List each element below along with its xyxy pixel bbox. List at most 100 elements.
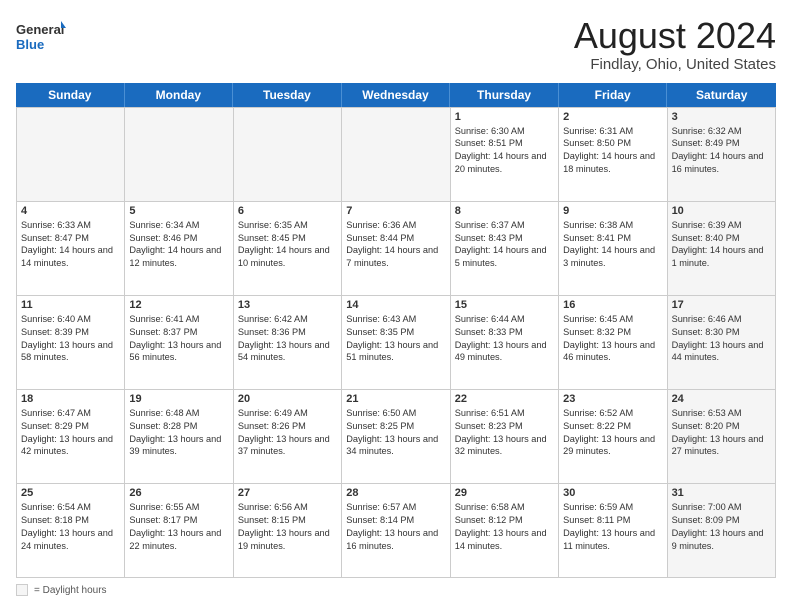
day-number: 14 bbox=[346, 299, 445, 311]
legend: = Daylight hours bbox=[16, 584, 776, 596]
day-number: 19 bbox=[129, 393, 228, 405]
header: General Blue August 2024 Findlay, Ohio, … bbox=[16, 16, 776, 73]
day-number: 8 bbox=[455, 205, 554, 217]
cal-cell-3-5: 23 Sunrise: 6:52 AM Sunset: 8:22 PM Dayli… bbox=[559, 390, 667, 484]
day-info: Sunrise: 6:31 AM Sunset: 8:50 PM Dayligh… bbox=[563, 125, 662, 177]
day-info: Sunrise: 6:37 AM Sunset: 8:43 PM Dayligh… bbox=[455, 219, 554, 271]
cal-cell-1-2: 6 Sunrise: 6:35 AM Sunset: 8:45 PM Daylig… bbox=[234, 202, 342, 296]
cal-cell-4-1: 26Sunrise: 6:55 AM Sunset: 8:17 PM Dayli… bbox=[125, 484, 233, 578]
day-number: 9 bbox=[563, 205, 662, 217]
legend-label: = Daylight hours bbox=[34, 585, 107, 596]
day-info: Sunrise: 6:41 AM Sunset: 8:37 PM Dayligh… bbox=[129, 313, 228, 365]
day-number: 10 bbox=[672, 205, 771, 217]
day-number: 23 bbox=[563, 393, 662, 405]
cal-cell-1-0: 4Sunrise: 6:33 AM Sunset: 8:47 PM Daylig… bbox=[17, 202, 125, 296]
day-number: 20 bbox=[238, 393, 337, 405]
day-number: 31 bbox=[672, 487, 771, 499]
cal-cell-4-3: 28Sunrise: 6:57 AM Sunset: 8:14 PM Dayli… bbox=[342, 484, 450, 578]
cal-cell-3-4: 22Sunrise: 6:51 AM Sunset: 8:23 PM Dayli… bbox=[451, 390, 559, 484]
day-info: Sunrise: 6:46 AM Sunset: 8:30 PM Dayligh… bbox=[672, 313, 771, 365]
cal-cell-0-1 bbox=[125, 108, 233, 202]
day-number: 6 bbox=[238, 205, 337, 217]
day-number: 7 bbox=[346, 205, 445, 217]
day-info: Sunrise: 6:52 AM Sunset: 8:22 PM Dayligh… bbox=[563, 407, 662, 459]
day-info: Sunrise: 6:49 AM Sunset: 8:26 PM Dayligh… bbox=[238, 407, 337, 459]
cal-cell-2-1: 12 Sunrise: 6:41 AM Sunset: 8:37 PM Dayli… bbox=[125, 296, 233, 390]
day-number: 2 bbox=[563, 111, 662, 123]
day-number: 15 bbox=[455, 299, 554, 311]
day-info: Sunrise: 6:56 AM Sunset: 8:15 PM Dayligh… bbox=[238, 501, 337, 553]
cal-cell-3-2: 20 Sunrise: 6:49 AM Sunset: 8:26 PM Dayli… bbox=[234, 390, 342, 484]
cal-cell-4-2: 27 Sunrise: 6:56 AM Sunset: 8:15 PM Dayli… bbox=[234, 484, 342, 578]
calendar: SundayMondayTuesdayWednesdayThursdayFrid… bbox=[16, 83, 776, 578]
calendar-header: SundayMondayTuesdayWednesdayThursdayFrid… bbox=[16, 83, 776, 107]
svg-text:General: General bbox=[16, 22, 64, 37]
header-friday: Friday bbox=[559, 83, 668, 107]
header-monday: Monday bbox=[125, 83, 234, 107]
cal-cell-0-2 bbox=[234, 108, 342, 202]
day-info: Sunrise: 6:32 AM Sunset: 8:49 PM Dayligh… bbox=[672, 125, 771, 177]
logo: General Blue bbox=[16, 16, 66, 56]
cal-cell-4-6: 31Sunrise: 7:00 AM Sunset: 8:09 PM Dayli… bbox=[668, 484, 776, 578]
day-number: 28 bbox=[346, 487, 445, 499]
header-tuesday: Tuesday bbox=[233, 83, 342, 107]
day-number: 21 bbox=[346, 393, 445, 405]
day-number: 17 bbox=[672, 299, 771, 311]
day-info: Sunrise: 6:40 AM Sunset: 8:39 PM Dayligh… bbox=[21, 313, 120, 365]
location: Findlay, Ohio, United States bbox=[574, 56, 776, 73]
cal-cell-3-0: 18 Sunrise: 6:47 AM Sunset: 8:29 PM Dayli… bbox=[17, 390, 125, 484]
cal-cell-0-4: 1 Sunrise: 6:30 AM Sunset: 8:51 PM Daylig… bbox=[451, 108, 559, 202]
cal-cell-0-0 bbox=[17, 108, 125, 202]
day-number: 18 bbox=[21, 393, 120, 405]
cal-cell-2-4: 15 Sunrise: 6:44 AM Sunset: 8:33 PM Dayli… bbox=[451, 296, 559, 390]
day-info: Sunrise: 6:35 AM Sunset: 8:45 PM Dayligh… bbox=[238, 219, 337, 271]
header-sunday: Sunday bbox=[16, 83, 125, 107]
cal-cell-2-3: 14 Sunrise: 6:43 AM Sunset: 8:35 PM Dayli… bbox=[342, 296, 450, 390]
day-info: Sunrise: 6:53 AM Sunset: 8:20 PM Dayligh… bbox=[672, 407, 771, 459]
day-info: Sunrise: 6:39 AM Sunset: 8:40 PM Dayligh… bbox=[672, 219, 771, 271]
day-number: 5 bbox=[129, 205, 228, 217]
cal-cell-2-6: 17 Sunrise: 6:46 AM Sunset: 8:30 PM Dayli… bbox=[668, 296, 776, 390]
day-info: Sunrise: 6:54 AM Sunset: 8:18 PM Dayligh… bbox=[21, 501, 120, 553]
day-number: 27 bbox=[238, 487, 337, 499]
day-info: Sunrise: 6:58 AM Sunset: 8:12 PM Dayligh… bbox=[455, 501, 554, 553]
cal-cell-1-4: 8 Sunrise: 6:37 AM Sunset: 8:43 PM Daylig… bbox=[451, 202, 559, 296]
calendar-body: 1 Sunrise: 6:30 AM Sunset: 8:51 PM Daylig… bbox=[16, 107, 776, 578]
day-info: Sunrise: 6:42 AM Sunset: 8:36 PM Dayligh… bbox=[238, 313, 337, 365]
day-number: 11 bbox=[21, 299, 120, 311]
svg-text:Blue: Blue bbox=[16, 37, 44, 52]
header-thursday: Thursday bbox=[450, 83, 559, 107]
cal-cell-2-5: 16Sunrise: 6:45 AM Sunset: 8:32 PM Dayli… bbox=[559, 296, 667, 390]
cal-cell-1-6: 10 Sunrise: 6:39 AM Sunset: 8:40 PM Dayli… bbox=[668, 202, 776, 296]
day-number: 4 bbox=[21, 205, 120, 217]
cal-cell-3-3: 21Sunrise: 6:50 AM Sunset: 8:25 PM Dayli… bbox=[342, 390, 450, 484]
day-number: 29 bbox=[455, 487, 554, 499]
cal-cell-1-5: 9Sunrise: 6:38 AM Sunset: 8:41 PM Daylig… bbox=[559, 202, 667, 296]
header-wednesday: Wednesday bbox=[342, 83, 451, 107]
cal-cell-2-2: 13 Sunrise: 6:42 AM Sunset: 8:36 PM Dayli… bbox=[234, 296, 342, 390]
day-info: Sunrise: 6:51 AM Sunset: 8:23 PM Dayligh… bbox=[455, 407, 554, 459]
day-info: Sunrise: 6:30 AM Sunset: 8:51 PM Dayligh… bbox=[455, 125, 554, 177]
day-number: 16 bbox=[563, 299, 662, 311]
day-info: Sunrise: 6:47 AM Sunset: 8:29 PM Dayligh… bbox=[21, 407, 120, 459]
day-info: Sunrise: 6:43 AM Sunset: 8:35 PM Dayligh… bbox=[346, 313, 445, 365]
day-number: 13 bbox=[238, 299, 337, 311]
day-number: 1 bbox=[455, 111, 554, 123]
cal-cell-2-0: 11 Sunrise: 6:40 AM Sunset: 8:39 PM Dayli… bbox=[17, 296, 125, 390]
day-info: Sunrise: 6:44 AM Sunset: 8:33 PM Dayligh… bbox=[455, 313, 554, 365]
month-title: August 2024 bbox=[574, 16, 776, 56]
day-info: Sunrise: 6:48 AM Sunset: 8:28 PM Dayligh… bbox=[129, 407, 228, 459]
cal-cell-3-6: 24 Sunrise: 6:53 AM Sunset: 8:20 PM Dayli… bbox=[668, 390, 776, 484]
day-info: Sunrise: 6:59 AM Sunset: 8:11 PM Dayligh… bbox=[563, 501, 662, 553]
day-number: 12 bbox=[129, 299, 228, 311]
day-number: 25 bbox=[21, 487, 120, 499]
cal-cell-4-5: 30 Sunrise: 6:59 AM Sunset: 8:11 PM Dayli… bbox=[559, 484, 667, 578]
day-number: 30 bbox=[563, 487, 662, 499]
legend-box bbox=[16, 584, 28, 596]
cal-cell-4-4: 29 Sunrise: 6:58 AM Sunset: 8:12 PM Dayli… bbox=[451, 484, 559, 578]
cal-cell-0-5: 2 Sunrise: 6:31 AM Sunset: 8:50 PM Daylig… bbox=[559, 108, 667, 202]
title-block: August 2024 Findlay, Ohio, United States bbox=[574, 16, 776, 73]
day-info: Sunrise: 6:55 AM Sunset: 8:17 PM Dayligh… bbox=[129, 501, 228, 553]
page: General Blue August 2024 Findlay, Ohio, … bbox=[0, 0, 792, 612]
day-number: 24 bbox=[672, 393, 771, 405]
